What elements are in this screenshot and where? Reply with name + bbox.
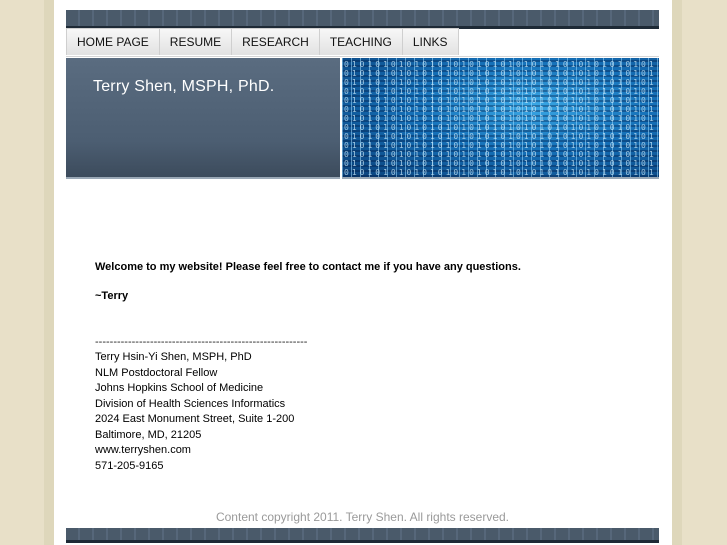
site-title: Terry Shen, MSPH, PhD. (93, 78, 275, 95)
contact-division: Division of Health Sciences Informatics (95, 397, 286, 410)
contact-city: Baltimore, MD, 21205 (95, 428, 202, 441)
footer-copyright: Content copyright 2011. Terry Shen. All … (215, 510, 510, 524)
contact-institution: Johns Hopkins School of Medicine (95, 382, 264, 394)
divider-line: ----------------------------------------… (95, 336, 308, 348)
main-navigation: HOME PAGE RESUME RESEARCH TEACHING LINKS (66, 28, 659, 57)
nav-resume[interactable]: RESUME (158, 28, 233, 55)
nav-teaching[interactable]: TEACHING (318, 28, 403, 55)
bottom-decorative-bar (66, 528, 659, 543)
nav-research[interactable]: RESEARCH (231, 28, 320, 55)
contact-phone: 571-205-9165 (95, 459, 164, 472)
contact-position: NLM Postdoctoral Fellow (95, 366, 218, 379)
nav-home-page[interactable]: HOME PAGE (66, 28, 160, 55)
contact-address-block: Terry Hsin-Yi Shen, MSPH, PhD NLM Postdo… (95, 350, 294, 474)
header-banner: Terry Shen, MSPH, PhD. (66, 58, 340, 179)
header-image-binary-code: 0101010101010101010101010101010101010101… (342, 58, 659, 179)
signature: ~Terry (95, 290, 129, 302)
contact-name: Terry Hsin-Yi Shen, MSPH, PhD (95, 351, 252, 363)
nav-links[interactable]: LINKS (401, 28, 459, 55)
contact-street: 2024 East Monument Street, Suite 1-200 (95, 413, 295, 425)
welcome-message: Welcome to my website! Please feel free … (95, 261, 521, 273)
contact-website: www.terryshen.com (95, 444, 191, 456)
top-decorative-bar (66, 10, 659, 29)
binary-digits-decoration: 0101010101010101010101010101010101010101… (344, 60, 657, 177)
main-content: Welcome to my website! Please feel free … (95, 260, 635, 472)
